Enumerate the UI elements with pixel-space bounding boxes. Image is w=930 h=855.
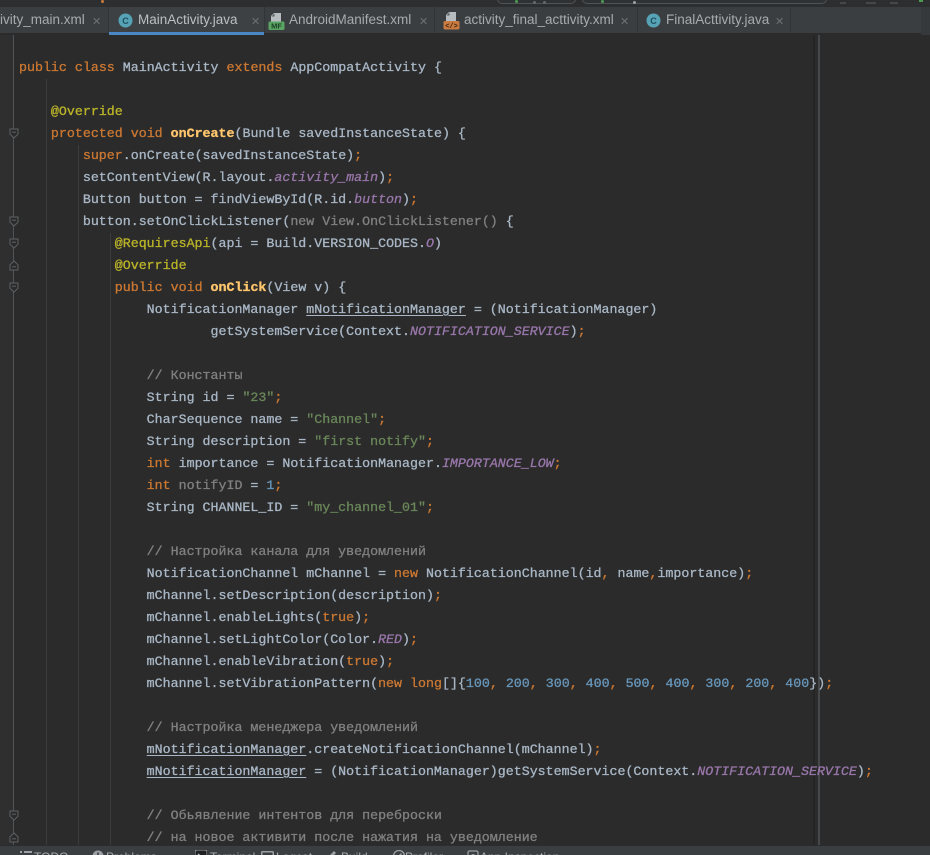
svg-text:</>: </> bbox=[445, 23, 458, 30]
svg-text:MF: MF bbox=[271, 21, 282, 30]
svg-text:C: C bbox=[122, 16, 129, 26]
svg-text:C: C bbox=[650, 16, 657, 26]
